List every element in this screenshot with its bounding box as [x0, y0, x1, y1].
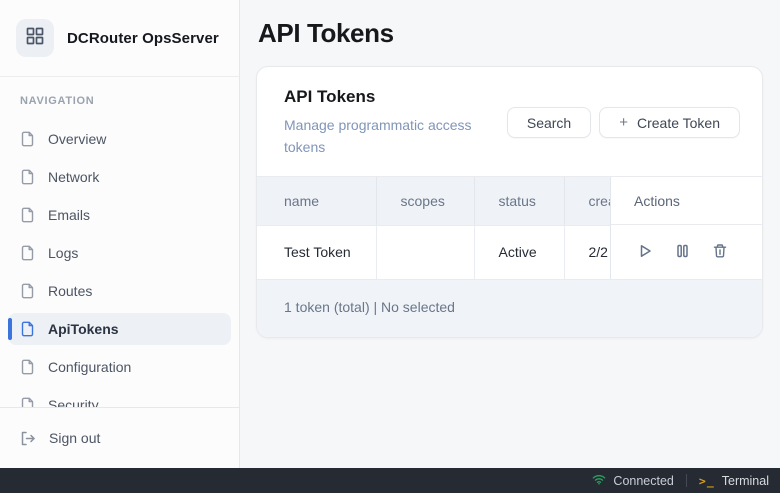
- grid-icon: [25, 26, 45, 51]
- document-icon: [20, 321, 35, 337]
- card-actions: Search + Create Token: [507, 107, 740, 138]
- sidebar-item-label: Network: [48, 169, 99, 185]
- column-header-status[interactable]: status: [474, 177, 564, 225]
- sidebar-item-label: Overview: [48, 131, 106, 147]
- plus-icon: +: [619, 114, 628, 131]
- cell-status: Active: [474, 225, 564, 279]
- row-actions: [611, 225, 762, 279]
- terminal-icon: >_: [699, 474, 715, 488]
- statusbar-separator: [686, 474, 687, 487]
- column-header-name[interactable]: name: [257, 177, 376, 225]
- brand: DCRouter OpsServer: [0, 0, 239, 77]
- terminal-label: Terminal: [722, 474, 769, 488]
- signout-label: Sign out: [49, 430, 100, 446]
- main-content: API Tokens API Tokens Manage programmati…: [240, 0, 780, 468]
- sidebar-item-label: Routes: [48, 283, 92, 299]
- app-logo: [16, 19, 54, 57]
- document-icon: [20, 131, 35, 147]
- sidebar-item-overview[interactable]: Overview: [8, 123, 231, 155]
- logout-icon: [20, 431, 36, 446]
- column-header-actions: Actions: [611, 177, 762, 225]
- cell-scopes: [376, 225, 474, 279]
- sidebar-item-configuration[interactable]: Configuration: [8, 351, 231, 383]
- signout-section: Sign out: [0, 407, 239, 468]
- sidebar-item-network[interactable]: Network: [8, 161, 231, 193]
- pause-icon: [675, 243, 690, 262]
- sidebar-item-label: Logs: [48, 245, 78, 261]
- card-header: API Tokens Manage programmatic access to…: [257, 67, 762, 176]
- document-icon: [20, 207, 35, 223]
- api-tokens-card: API Tokens Manage programmatic access to…: [256, 66, 763, 338]
- sidebar: DCRouter OpsServer NAVIGATION Overview N…: [0, 0, 240, 468]
- play-icon: [637, 243, 653, 262]
- delete-button[interactable]: [712, 243, 728, 262]
- cell-name: Test Token: [257, 225, 376, 279]
- actions-column: Actions: [610, 177, 762, 279]
- sidebar-item-label: ApiTokens: [48, 321, 119, 337]
- card-subtitle: Manage programmatic access tokens: [284, 114, 499, 158]
- sidebar-item-routes[interactable]: Routes: [8, 275, 231, 307]
- sidebar-item-label: Emails: [48, 207, 90, 223]
- connection-status[interactable]: Connected: [592, 474, 673, 488]
- card-title-block: API Tokens Manage programmatic access to…: [284, 87, 499, 158]
- document-icon: [20, 283, 35, 299]
- sidebar-item-apitokens[interactable]: ApiTokens: [8, 313, 231, 345]
- search-button[interactable]: Search: [507, 107, 591, 138]
- search-button-label: Search: [527, 115, 571, 131]
- terminal-button[interactable]: >_ Terminal: [699, 474, 769, 488]
- brand-name: DCRouter OpsServer: [67, 30, 219, 47]
- create-token-button[interactable]: + Create Token: [599, 107, 740, 138]
- document-icon: [20, 169, 35, 185]
- signout-button[interactable]: Sign out: [8, 422, 231, 454]
- play-button[interactable]: [637, 243, 653, 262]
- pause-button[interactable]: [675, 243, 690, 262]
- create-token-label: Create Token: [637, 115, 720, 131]
- tokens-table: name scopes status created Test Token Ac…: [257, 176, 762, 279]
- nav-list: Overview Network Emails Logs Routes: [0, 123, 239, 421]
- sidebar-item-logs[interactable]: Logs: [8, 237, 231, 269]
- document-icon: [20, 359, 35, 375]
- sidebar-item-label: Configuration: [48, 359, 131, 375]
- wifi-icon: [592, 474, 606, 488]
- card-title: API Tokens: [284, 87, 499, 107]
- table-summary: 1 token (total) | No selected: [257, 279, 762, 337]
- connection-status-label: Connected: [613, 474, 673, 488]
- document-icon: [20, 245, 35, 261]
- sidebar-item-emails[interactable]: Emails: [8, 199, 231, 231]
- status-bar: Connected >_ Terminal: [0, 468, 780, 493]
- trash-icon: [712, 243, 728, 262]
- column-header-scopes[interactable]: scopes: [376, 177, 474, 225]
- page-title: API Tokens: [258, 18, 763, 49]
- nav-section-label: NAVIGATION: [20, 95, 219, 107]
